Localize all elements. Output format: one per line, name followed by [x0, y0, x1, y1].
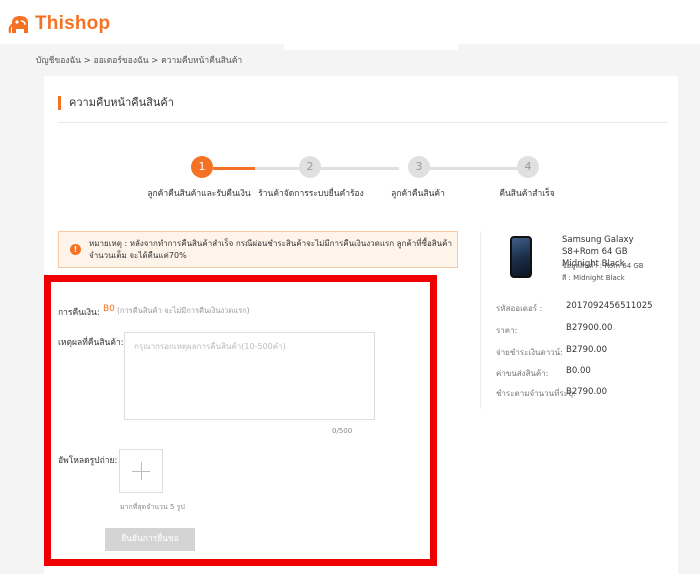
down-payment-value: B2790.00 [566, 345, 607, 355]
header-tab-strip [284, 44, 458, 50]
price-value: B27900.00 [566, 323, 613, 333]
upload-hint: มากที่สุดจำนวน 5 รูป [120, 503, 185, 511]
step-4-circle: 4 [517, 156, 539, 178]
submit-request-button[interactable]: ยืนยันการยื่นขอ [105, 528, 195, 551]
product-color: สี : Midnight Black [562, 274, 625, 282]
page-title: ความคืบหน้าคืนสินค้า [58, 96, 174, 110]
logo[interactable]: Thishop [8, 12, 110, 36]
step-connector-2 [310, 167, 399, 170]
notice-banner: ! หมายเหตุ : หลังจากทำการคืนสินค้าสำเร็จ… [58, 231, 458, 268]
upload-label: อัพโหลดรูปถ่าย: [58, 456, 118, 466]
paid-amount-value: B2790.00 [566, 387, 607, 397]
paid-amount-label: ชำระตามจำนวนที่ระบุ: [496, 389, 576, 398]
notice-text: หมายเหตุ : หลังจากทำการคืนสินค้าสำเร็จ ก… [89, 239, 452, 260]
return-progress-card: ความคืบหน้าคืนสินค้า 1 2 3 4 ลูกค้าคืนสิ… [44, 76, 678, 574]
refund-label: การคืนเงิน: [58, 308, 100, 318]
price-label: ราคา: [496, 326, 518, 335]
title-divider [58, 122, 668, 123]
product-rom: ข้อมูลสินค้า : Rom 64 GB [562, 262, 644, 270]
top-bar: Thishop [0, 0, 700, 44]
warning-icon: ! [70, 244, 81, 255]
reason-label: เหตุผลที่คืนสินค้า: [58, 338, 124, 348]
refund-note: (การคืนสินค้า จะไม่มีการคืนเงินงวดแรก) [117, 306, 250, 315]
shipping-label: ค่าขนส่งสินค้า: [496, 369, 549, 378]
step-4-label: คืนสินค้าสำเร็จ [499, 189, 555, 199]
step-1-circle: 1 [191, 156, 213, 178]
reason-textarea[interactable]: กรุณากรอกเหตุผลการคืนสินค้า(10-500คำ) [124, 332, 375, 420]
shipping-value: B0.00 [566, 366, 591, 376]
step-connector-1 [213, 167, 255, 170]
elephant-logo-icon [8, 16, 28, 34]
step-2-circle: 2 [299, 156, 321, 178]
progress-steps: 1 2 3 4 ลูกค้าคืนสินค้าและรับคืนเงิน ร้า… [44, 156, 678, 206]
upload-photo-button[interactable] [119, 449, 163, 493]
logo-text: Thishop [35, 13, 111, 34]
step-1-label: ลูกค้าคืนสินค้าและรับคืนเงิน [147, 189, 251, 199]
down-payment-label: จ่ายชำระเงินดาวน์: [496, 348, 563, 357]
breadcrumb[interactable]: บัญชีของฉัน > ออเดอร์ของฉัน > ความคืบหน้… [36, 53, 242, 67]
refund-amount: B0 [103, 304, 115, 314]
step-connector-3 [421, 167, 517, 170]
char-count: 0/500 [332, 427, 353, 435]
step-3-circle: 3 [408, 156, 430, 178]
order-id-value: 2017092456511025 [566, 301, 653, 311]
product-image [510, 236, 532, 278]
order-id-label: รหัสออเดอร์ : [496, 304, 543, 313]
step-3-label: ลูกค้าคืนสินค้า [391, 189, 445, 199]
sidebar-divider [480, 231, 481, 409]
step-2-label: ร้านค้าจัดการระบบยื่นคำร้อง [258, 189, 364, 199]
